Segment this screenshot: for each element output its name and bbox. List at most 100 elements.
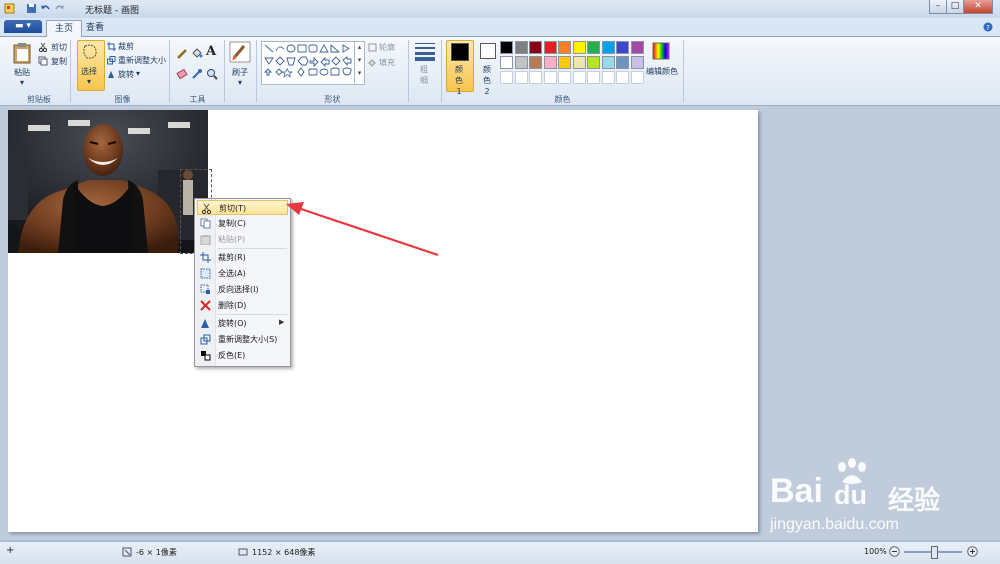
paste-dropdown-arrow[interactable]: ▾ <box>20 78 24 87</box>
redo-icon[interactable] <box>54 3 65 14</box>
color2-swatch[interactable] <box>480 43 496 59</box>
crop-button[interactable]: 裁剪 <box>118 41 134 52</box>
menu-item-label: 裁剪(R) <box>218 253 246 262</box>
outline-button[interactable]: 轮廓 <box>379 42 395 53</box>
menu-item-crop[interactable]: 裁剪(R) <box>197 250 288 265</box>
palette-swatch[interactable] <box>514 56 528 69</box>
pencil-icon[interactable] <box>176 47 188 59</box>
palette-swatch[interactable] <box>514 71 528 84</box>
paste-button[interactable]: 粘贴 <box>14 67 30 78</box>
palette-swatch[interactable] <box>529 56 542 69</box>
menu-item-paste[interactable]: 粘贴(P) <box>197 232 288 247</box>
fill-button[interactable]: 填充 <box>379 57 395 68</box>
text-tool-icon[interactable]: A <box>206 44 216 59</box>
brushes-button[interactable]: 刷子 <box>232 67 248 78</box>
palette-swatch[interactable] <box>500 41 513 54</box>
color2-button[interactable]: 颜色 2 <box>480 64 494 97</box>
palette-swatch[interactable] <box>630 56 644 69</box>
shapes-scroll[interactable]: ▴ ▾ ▾ <box>354 41 364 83</box>
size-icon[interactable] <box>414 42 436 62</box>
palette-swatch[interactable] <box>616 71 629 84</box>
palette-swatch[interactable] <box>529 41 542 54</box>
palette-swatch[interactable] <box>500 56 513 69</box>
menu-item-invert-color[interactable]: 反色(E) <box>197 348 288 363</box>
palette-swatch[interactable] <box>601 71 615 84</box>
palette-swatch[interactable] <box>616 41 629 54</box>
copy-icon[interactable] <box>38 56 48 66</box>
cut-button[interactable]: 剪切 <box>51 42 67 53</box>
zoom-in-icon[interactable] <box>967 546 978 557</box>
tab-view[interactable]: 查看 <box>78 20 112 36</box>
palette-swatch[interactable] <box>572 56 586 69</box>
maximize-button[interactable]: □ <box>946 0 964 14</box>
menu-item-select-all[interactable]: 全选(A) <box>197 266 288 281</box>
palette-swatch[interactable] <box>630 71 644 84</box>
palette-swatch[interactable] <box>558 56 571 69</box>
canvas-photo[interactable] <box>8 110 208 253</box>
palette-swatch[interactable] <box>587 71 600 84</box>
ribbon-separator <box>169 40 170 102</box>
close-button[interactable]: ✕ <box>963 0 993 14</box>
palette-swatch[interactable] <box>514 41 528 54</box>
copy-icon <box>200 218 211 229</box>
palette-swatch[interactable] <box>601 56 615 69</box>
menu-item-label: 重新调整大小(S) <box>218 335 278 344</box>
edit-colors-icon[interactable] <box>652 42 670 60</box>
copy-button[interactable]: 复制 <box>51 56 67 67</box>
paint-menu-button[interactable]: ▬ ▾ <box>4 20 42 33</box>
menu-item-copy[interactable]: 复制(C) <box>197 216 288 231</box>
palette-swatch[interactable] <box>529 71 542 84</box>
annotation-arrow <box>286 202 439 257</box>
fill-bucket-icon[interactable] <box>191 47 203 59</box>
palette-swatch[interactable] <box>500 71 513 84</box>
minimize-button[interactable]: – <box>929 0 947 14</box>
palette-swatch[interactable] <box>630 41 644 54</box>
size-button[interactable]: 粗细 <box>420 64 429 86</box>
tab-home[interactable]: 主页 <box>46 20 83 37</box>
submenu-arrow-icon: ▶ <box>279 318 285 326</box>
undo-icon[interactable] <box>40 3 51 14</box>
palette-swatch[interactable] <box>572 41 586 54</box>
rotate-dropdown-arrow[interactable]: ▾ <box>136 69 140 78</box>
rotate-icon[interactable] <box>107 70 116 79</box>
rotate-button[interactable]: 旋转 <box>118 69 134 80</box>
save-icon[interactable] <box>26 3 37 14</box>
resize-icon[interactable] <box>107 56 116 65</box>
magnifier-icon[interactable] <box>206 68 218 80</box>
help-icon[interactable]: ? <box>983 22 993 32</box>
paste-icon[interactable] <box>12 42 32 64</box>
menu-item-cut[interactable]: 剪切(T) <box>197 200 288 215</box>
shapes-gallery[interactable] <box>261 41 365 85</box>
outline-icon[interactable] <box>368 43 377 52</box>
palette-swatch[interactable] <box>587 56 600 69</box>
menu-item-resize[interactable]: 重新调整大小(S) <box>197 332 288 347</box>
colors-group-label: 颜色 <box>554 95 571 104</box>
resize-button[interactable]: 重新调整大小 <box>118 55 166 66</box>
scissors-icon <box>201 203 212 214</box>
palette-swatch[interactable] <box>543 56 557 69</box>
brushes-dropdown-arrow[interactable]: ▾ <box>238 78 242 87</box>
palette-swatch[interactable] <box>558 71 571 84</box>
crop-icon[interactable] <box>107 42 116 51</box>
color-picker-icon[interactable] <box>191 68 203 80</box>
palette-swatch[interactable] <box>543 41 557 54</box>
brush-icon[interactable] <box>229 41 251 63</box>
palette-swatch[interactable] <box>558 41 571 54</box>
palette-swatch[interactable] <box>572 71 586 84</box>
palette-swatch[interactable] <box>587 41 600 54</box>
menu-item-invert-selection[interactable]: 反向选择(I) <box>197 282 288 297</box>
menu-item-delete[interactable]: 删除(D) <box>197 298 288 313</box>
palette-swatch[interactable] <box>543 71 557 84</box>
select-dropdown-arrow[interactable]: ▾ <box>87 77 91 86</box>
fill-icon[interactable] <box>368 58 377 67</box>
zoom-out-icon[interactable] <box>889 546 900 557</box>
menu-item-rotate[interactable]: 旋转(O) ▶ <box>197 316 288 331</box>
eraser-icon[interactable] <box>176 68 188 80</box>
edit-colors-button[interactable]: 编辑颜色 <box>646 66 678 77</box>
shapes-gallery-icons <box>264 44 352 78</box>
cut-icon[interactable] <box>38 42 48 52</box>
palette-swatch[interactable] <box>616 56 629 69</box>
watermark-url: jingyan.baidu.com <box>770 516 899 533</box>
zoom-slider-thumb[interactable] <box>931 546 938 559</box>
palette-swatch[interactable] <box>601 41 615 54</box>
